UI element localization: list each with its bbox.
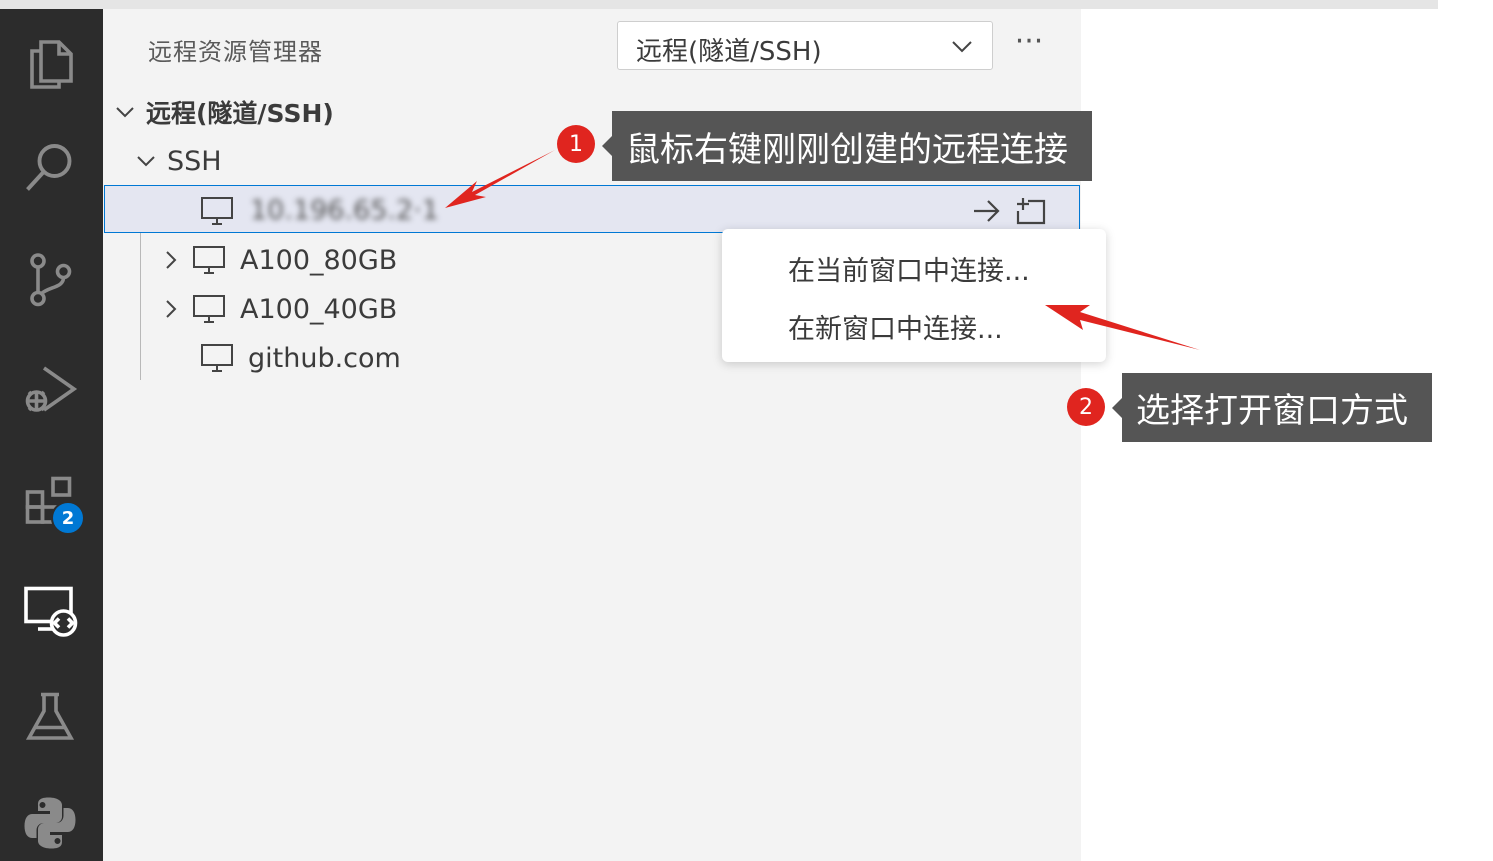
monitor-icon xyxy=(201,344,233,372)
tree-host-label: 10.196.65.2·1 xyxy=(250,195,439,226)
tree-group-label: SSH xyxy=(167,145,222,177)
remote-explorer-icon[interactable] xyxy=(16,577,84,645)
source-control-icon[interactable] xyxy=(16,245,84,313)
remote-type-select[interactable]: 远程(隧道/SSH) xyxy=(617,21,993,70)
tree-host-label: github.com xyxy=(248,342,401,374)
menu-item-connect-current-window[interactable]: 在当前窗口中连接... xyxy=(788,249,1030,288)
testing-icon[interactable] xyxy=(16,683,84,751)
annotation-number-2: 2 xyxy=(1067,388,1105,426)
panel-title: 远程资源管理器 xyxy=(148,38,323,66)
chevron-right-icon xyxy=(166,251,177,269)
tree-host-label: A100_80GB xyxy=(240,244,398,276)
chevron-down-icon xyxy=(952,41,972,53)
menu-item-connect-new-window[interactable]: 在新窗口中连接... xyxy=(788,307,1003,346)
chevron-right-icon xyxy=(166,300,177,318)
extensions-badge: 2 xyxy=(51,501,85,535)
tree-root-label: 远程(隧道/SSH) xyxy=(146,99,334,128)
tree-group-ssh[interactable]: SSH xyxy=(135,137,222,185)
tree-host-row[interactable]: A100_80GB xyxy=(160,236,397,284)
annotation-callout-1: 鼠标右键刚刚创建的远程连接 xyxy=(602,111,1092,181)
context-menu: 在当前窗口中连接... 在新窗口中连接... xyxy=(722,229,1106,362)
more-actions-icon[interactable]: ··· xyxy=(1012,27,1046,62)
chevron-down-icon xyxy=(137,156,155,167)
window-top-strip xyxy=(0,0,1438,9)
python-icon[interactable] xyxy=(16,789,84,857)
activity-bar: 2 xyxy=(0,9,103,861)
monitor-icon xyxy=(193,246,225,274)
chevron-down-icon xyxy=(116,107,134,118)
run-debug-icon[interactable] xyxy=(16,355,84,423)
tree-host-label: A100_40GB xyxy=(240,293,398,325)
tree-root-row[interactable]: 远程(隧道/SSH) xyxy=(114,88,334,136)
tree-host-row[interactable]: A100_40GB xyxy=(160,285,397,333)
annotation-callout-2: 选择打开窗口方式 xyxy=(1112,373,1432,442)
connect-arrow-icon[interactable] xyxy=(970,195,1004,227)
remote-type-select-value: 远程(隧道/SSH) xyxy=(636,37,822,67)
open-new-window-icon[interactable] xyxy=(1014,195,1048,227)
tree-host-row[interactable]: github.com xyxy=(200,334,401,382)
monitor-icon xyxy=(201,197,233,225)
explorer-icon[interactable] xyxy=(16,29,84,97)
annotation-number-1: 1 xyxy=(557,125,595,163)
monitor-icon xyxy=(193,295,225,323)
search-icon[interactable] xyxy=(16,133,84,201)
